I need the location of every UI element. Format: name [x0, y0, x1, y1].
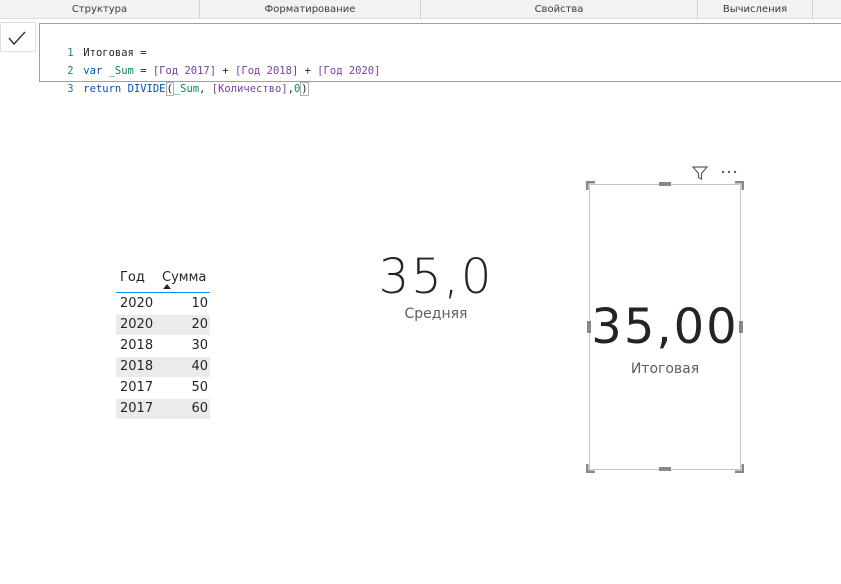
comma: , [199, 83, 212, 95]
cell-sum: 60 [191, 401, 208, 416]
card-label: Средняя [404, 306, 468, 322]
resize-handle-top-right[interactable] [734, 181, 744, 191]
cell-year: 2020 [120, 317, 154, 332]
table-row[interactable]: 2018 40 [116, 357, 210, 377]
formula-line-1: 1 Итоговая = [42, 26, 146, 59]
column-header-year[interactable]: Год [120, 270, 145, 285]
cell-year: 2017 [120, 401, 154, 416]
card-visual-average[interactable]: 35,0 Средняя [350, 246, 522, 322]
filter-icon[interactable] [691, 165, 709, 181]
open-paren: ( [165, 82, 174, 96]
card-value: 35,0 [378, 249, 494, 305]
table-row[interactable]: 2017 60 [116, 399, 210, 419]
resize-handle-right[interactable] [739, 321, 743, 333]
table-row[interactable]: 2020 10 [116, 294, 210, 314]
resize-handle-top-left[interactable] [586, 181, 596, 191]
table-header: Год Сумма [116, 266, 210, 293]
card-visual-total[interactable]: 35,00 Итоговая [589, 184, 741, 470]
cell-sum: 20 [191, 317, 208, 332]
cell-year: 2020 [120, 296, 154, 311]
cell-year: 2018 [120, 359, 154, 374]
formula-line-3: 3 return DIVIDE(_Sum, [Количество],0) [42, 62, 309, 96]
function-divide: DIVIDE [127, 83, 166, 95]
measure-ref-quantity: [Количество] [211, 83, 288, 95]
cell-sum: 10 [191, 296, 208, 311]
resize-handle-bottom[interactable] [659, 467, 671, 471]
ribbon-section-structure: Структура [0, 0, 200, 18]
line-number: 3 [67, 83, 74, 95]
table-row[interactable]: 2018 30 [116, 336, 210, 356]
ribbon-section-formatting: Форматирование [200, 0, 421, 18]
sort-ascending-icon[interactable] [163, 284, 171, 289]
cell-sum: 40 [191, 359, 208, 374]
more-options-icon[interactable] [720, 165, 738, 181]
cell-year: 2017 [120, 380, 154, 395]
cell-sum: 50 [191, 380, 208, 395]
ribbon-group-bar: Структура Форматирование Свойства Вычисл… [0, 0, 841, 19]
close-paren: ) [300, 82, 309, 96]
measure-ref-2020: [Год 2020] [317, 65, 381, 77]
table-row[interactable]: 2017 50 [116, 378, 210, 398]
dax-formula-editor[interactable]: 1 Итоговая = 2 var _Sum = [Год 2017] + [Го… [39, 23, 841, 96]
ribbon-section-properties: Свойства [421, 0, 698, 18]
commit-formula-button[interactable] [0, 22, 36, 52]
cell-year: 2018 [120, 338, 154, 353]
resize-handle-bottom-left[interactable] [586, 463, 596, 473]
checkmark-icon [8, 31, 26, 46]
column-header-sum[interactable]: Сумма [162, 270, 206, 285]
formula-line-2: 2 var _Sum = [Год 2017] + [Год 2018] + [Г… [42, 44, 380, 77]
keyword-return: return [83, 83, 122, 95]
ribbon-section-calculations: Вычисления [698, 0, 813, 18]
card-label: Итоговая [630, 361, 700, 377]
resize-handle-left[interactable] [587, 321, 591, 333]
resize-handle-top[interactable] [659, 182, 671, 186]
variable-name: _Sum [173, 83, 200, 95]
cell-sum: 30 [191, 338, 208, 353]
resize-handle-bottom-right[interactable] [734, 463, 744, 473]
table-row[interactable]: 2020 20 [116, 315, 210, 335]
card-value: 35,00 [591, 299, 739, 355]
